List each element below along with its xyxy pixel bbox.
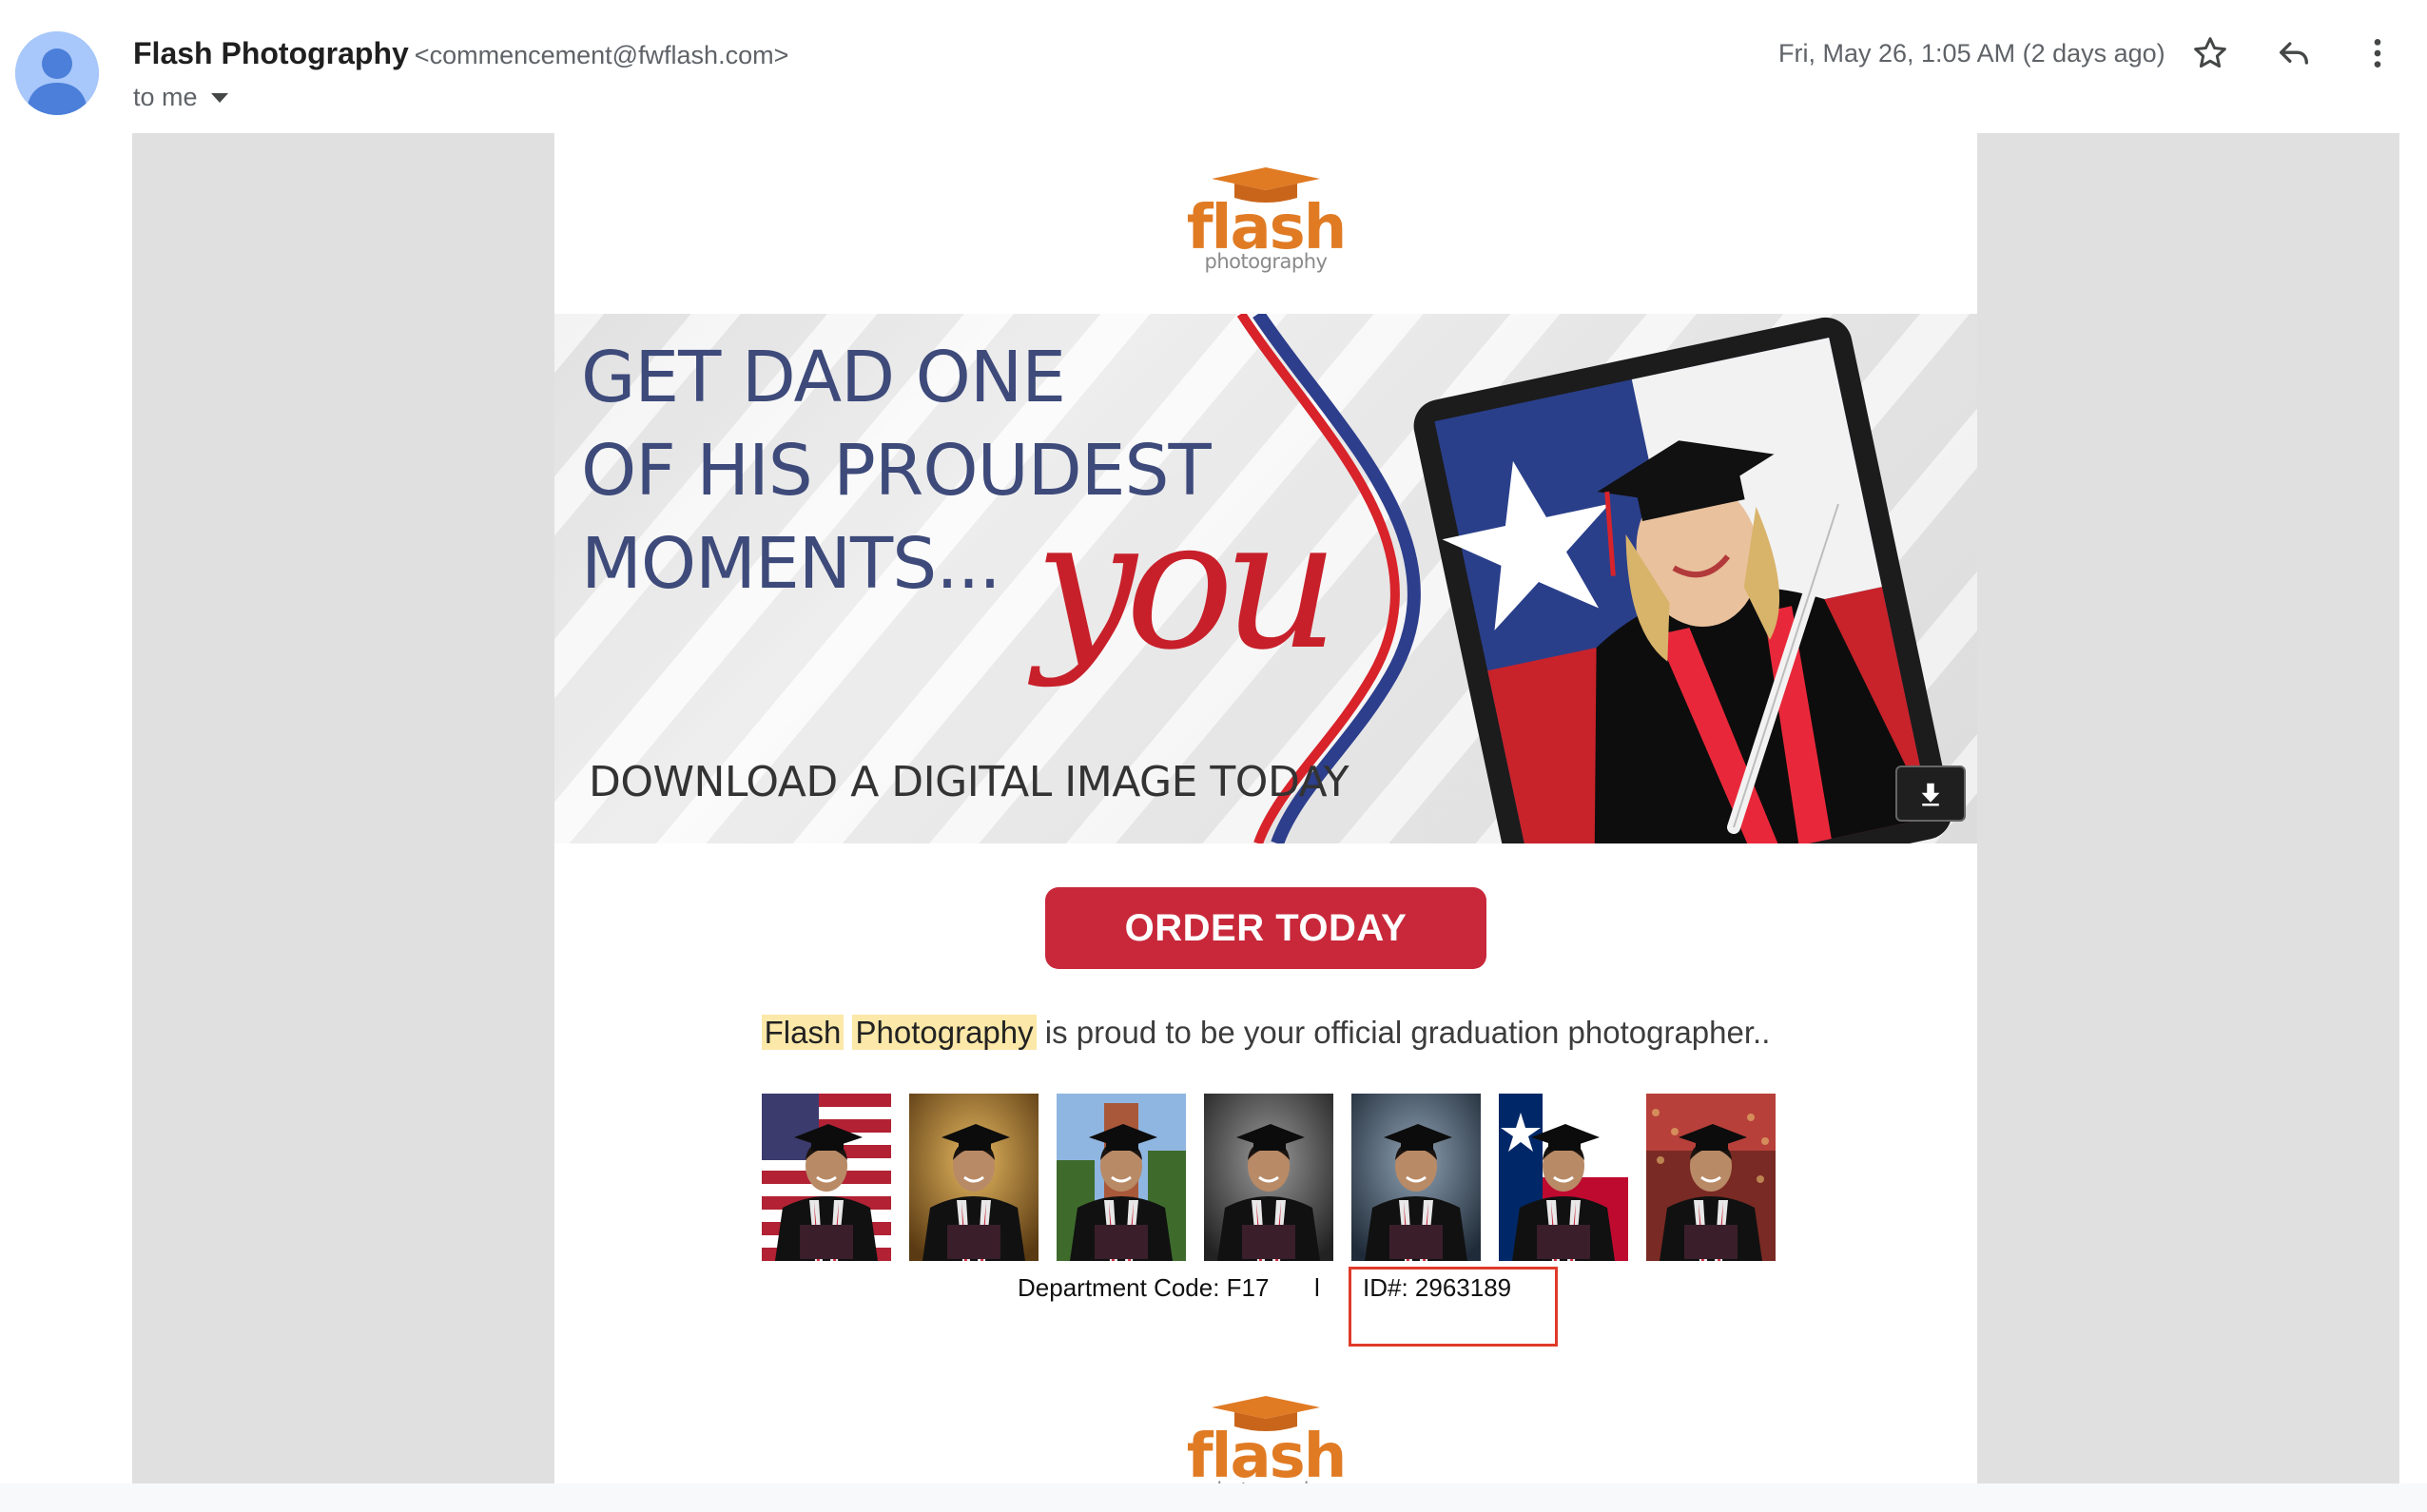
proud-statement-rest: is proud to be your official graduation … — [1036, 1015, 1771, 1050]
reply-button[interactable] — [2269, 29, 2319, 78]
sender-avatar[interactable] — [15, 31, 99, 115]
star-button[interactable] — [2185, 29, 2235, 78]
code-separator: l — [1314, 1273, 1320, 1302]
star-icon — [2194, 37, 2226, 68]
headline-line-1: GET DAD ONE — [581, 337, 1066, 418]
logo-word: flash — [1186, 1422, 1348, 1483]
chevron-down-icon — [210, 93, 228, 103]
photo-thumbnail-blue-gray-studio[interactable] — [1351, 1094, 1481, 1261]
photo-thumbnail-stadium-crowd[interactable] — [1646, 1094, 1776, 1261]
message-date: Fri, May 26, 1:05 AM (2 days ago) — [1778, 39, 2165, 68]
more-vert-icon — [2374, 39, 2381, 68]
download-image-button[interactable] — [1895, 766, 1966, 822]
reply-icon — [2280, 42, 2308, 65]
download-icon — [1921, 783, 1940, 805]
person-icon — [15, 31, 99, 115]
footer-flash-logo[interactable]: flash photography — [554, 1394, 1977, 1483]
proud-statement: Flash Photography is proud to be your of… — [554, 1010, 1977, 1056]
graduate-photo — [1057, 1094, 1186, 1261]
graduate-photo — [1204, 1094, 1333, 1261]
recipient-details-toggle[interactable]: to me — [133, 78, 228, 116]
sender-line: Flash Photography <commencement@fwflash.c… — [133, 32, 788, 81]
graduate-photo — [1351, 1094, 1481, 1261]
photo-thumbnail-american-flag[interactable] — [762, 1094, 891, 1261]
order-today-button[interactable]: ORDER TODAY — [1045, 887, 1486, 969]
graduate-photo — [1646, 1094, 1776, 1261]
highlighted-word-flash: Flash — [761, 1015, 845, 1050]
sender-email: <commencement@fwflash.com> — [414, 41, 789, 69]
sender-name[interactable]: Flash Photography — [133, 36, 409, 70]
photo-thumbnail-gold-studio[interactable] — [909, 1094, 1039, 1261]
id-highlight-annotation — [1349, 1267, 1558, 1347]
promo-banner[interactable]: GET DAD ONE OF HIS PROUDEST MOMENTS... y… — [554, 314, 1977, 843]
photo-thumbnail-dark-gray-studio[interactable] — [1204, 1094, 1333, 1261]
logo-word: flash — [1186, 193, 1348, 263]
banner-script-word: you — [1035, 479, 1339, 689]
graduate-photo — [909, 1094, 1039, 1261]
graduate-photo — [1499, 1094, 1628, 1261]
photo-thumbnails — [762, 1094, 1776, 1261]
logo-subtitle: photography — [1204, 250, 1328, 273]
department-code: Department Code: F17 — [1018, 1273, 1270, 1302]
more-options-button[interactable] — [2353, 29, 2402, 78]
flash-logo[interactable]: flash photography — [554, 165, 1977, 272]
bottom-bar — [0, 1483, 2427, 1512]
photo-thumbnail-texas-flag[interactable] — [1499, 1094, 1628, 1261]
photo-thumbnail-campus-tower[interactable] — [1057, 1094, 1186, 1261]
recipient-label: to me — [133, 83, 198, 111]
banner-tagline: DOWNLOAD A DIGITAL IMAGE TODAY — [589, 758, 1349, 806]
highlighted-word-photography: Photography — [852, 1015, 1037, 1050]
graduate-photo — [762, 1094, 891, 1261]
email-content: flash photography GET DAD ONE OF HIS PRO… — [554, 133, 1977, 1483]
